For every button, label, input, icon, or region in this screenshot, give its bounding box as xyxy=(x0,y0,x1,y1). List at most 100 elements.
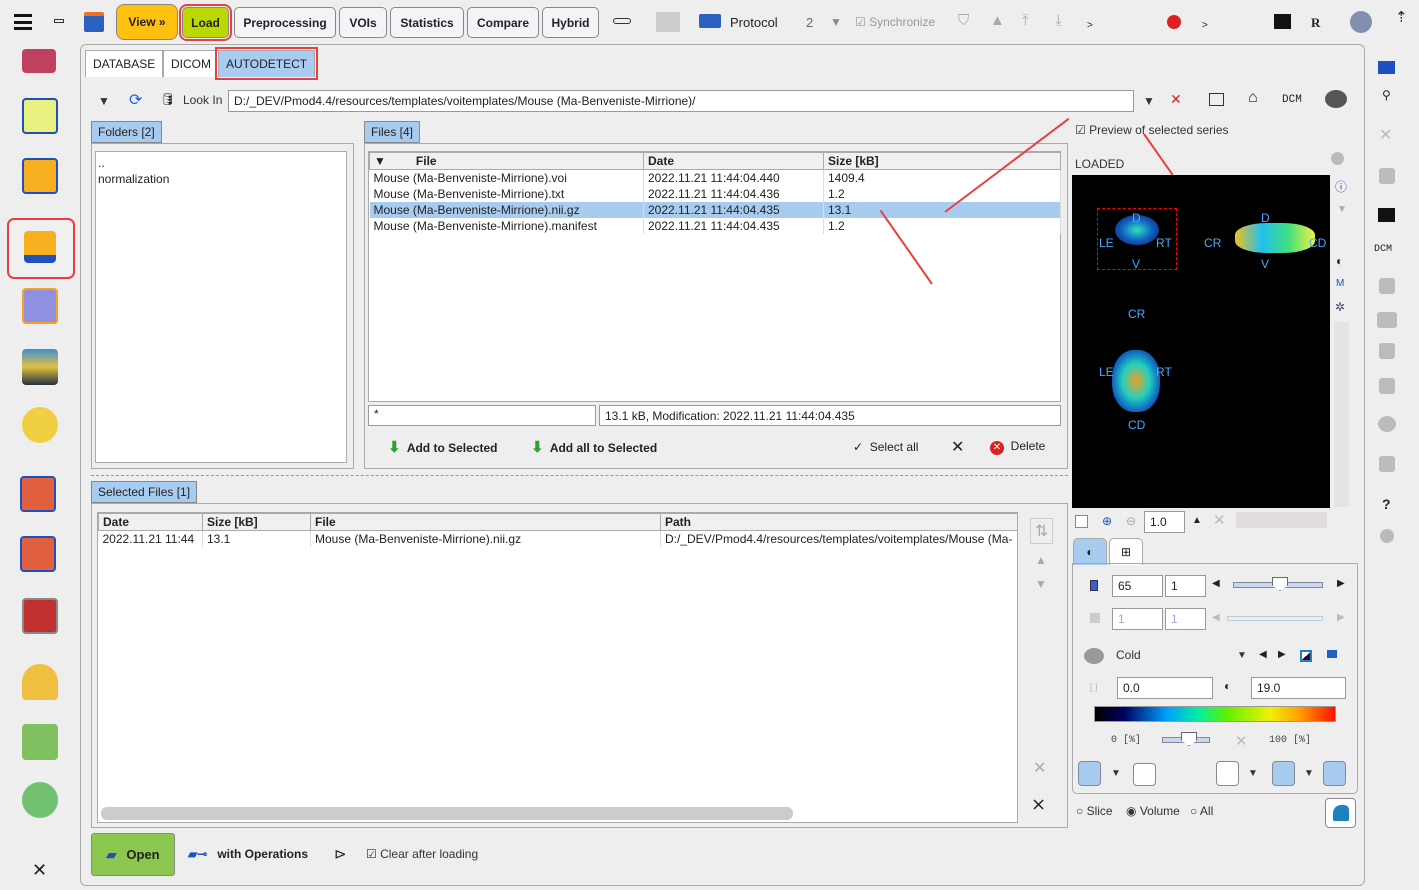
reset-percent-icon[interactable]: ✕ xyxy=(1235,732,1248,750)
brain-icon[interactable] xyxy=(1378,416,1396,432)
protocol-label[interactable]: Protocol xyxy=(730,15,778,30)
table-row[interactable]: Mouse (Ma-Benveniste-Mirrione).voi 2022.1… xyxy=(369,169,1061,186)
remove-icon[interactable]: ✕ xyxy=(1033,758,1046,778)
slice-radio[interactable]: ○ Slice xyxy=(1076,804,1113,818)
volume-radio[interactable]: ◉ Volume xyxy=(1126,804,1180,818)
folder-item[interactable]: .. xyxy=(96,152,346,170)
table-row[interactable]: Mouse (Ma-Benveniste-Mirrione).txt 2022.1… xyxy=(369,185,1061,202)
contrast-icon[interactable]: ◐ xyxy=(1336,254,1343,268)
tree-icon[interactable] xyxy=(1379,343,1395,359)
import-icon[interactable] xyxy=(22,49,56,73)
protocol-icon[interactable] xyxy=(699,14,721,28)
chevron-down-icon[interactable]: ▼ xyxy=(1337,204,1347,215)
triangle-up-icon[interactable]: ▲ xyxy=(990,12,1005,29)
splitter[interactable] xyxy=(91,475,1068,478)
zoom-input[interactable]: 1.0 xyxy=(1144,511,1185,533)
shield-icon[interactable]: ⛉ xyxy=(958,12,969,29)
view-button[interactable]: View » xyxy=(116,4,178,40)
file-filter-input[interactable]: * xyxy=(368,405,596,426)
add-all-to-selected-button[interactable]: ⬇ Add all to Selected xyxy=(531,438,657,456)
slice-input[interactable]: 65 xyxy=(1112,575,1163,597)
pet-heart-icon[interactable] xyxy=(20,476,56,512)
m-icon[interactable]: M xyxy=(1336,278,1344,289)
heart-icon[interactable] xyxy=(22,598,58,634)
folder-item[interactable]: normalization xyxy=(96,170,346,188)
overlay-button[interactable] xyxy=(1272,761,1295,786)
statistics-button[interactable]: Statistics xyxy=(390,7,464,38)
mask-button[interactable] xyxy=(1133,763,1156,786)
box-icon[interactable] xyxy=(1379,378,1395,394)
path-column-header[interactable]: Path xyxy=(660,513,1017,531)
next-frame-icon[interactable]: ▶ xyxy=(1337,612,1345,623)
all-radio[interactable]: ○ All xyxy=(1190,804,1213,818)
3d-icon[interactable] xyxy=(22,407,58,443)
refresh-icon[interactable]: ⟳ xyxy=(129,90,142,110)
auto-range-icon[interactable]: ◐ xyxy=(1224,679,1231,693)
folders-tab[interactable]: Folders [2] xyxy=(91,121,162,143)
cube-icon[interactable] xyxy=(1327,650,1337,658)
grid-button[interactable] xyxy=(1216,761,1239,786)
max-input[interactable]: 19.0 xyxy=(1251,677,1346,699)
connector-icon[interactable] xyxy=(613,18,631,24)
fit-checkbox[interactable] xyxy=(1075,515,1088,528)
reset-icon[interactable]: ✕ xyxy=(1213,511,1226,529)
parent-folder-icon[interactable] xyxy=(1209,93,1224,106)
size-column-header[interactable]: Size [kB] xyxy=(202,513,311,531)
look-in-path-input[interactable]: D:/_DEV/Pmod4.4/resources/templates/voit… xyxy=(228,90,1134,112)
frame-slider[interactable] xyxy=(1227,616,1323,621)
save-icon[interactable] xyxy=(1379,168,1395,184)
chevron-down-icon[interactable]: ▼ xyxy=(1111,768,1121,779)
delete-button[interactable]: ✕ Delete xyxy=(990,439,1045,455)
prev-colormap-icon[interactable]: ◀ xyxy=(1259,649,1267,660)
file-column-header[interactable]: ▼ File xyxy=(369,152,644,170)
frame-toggle-button[interactable] xyxy=(1323,761,1346,786)
load-button[interactable]: Load xyxy=(179,4,232,41)
brain-icon[interactable] xyxy=(22,664,58,700)
files-tab[interactable]: Files [4] xyxy=(364,121,421,143)
dicom-icon[interactable]: DCM xyxy=(1374,244,1392,255)
arrow-bottom-icon[interactable]: ⤓ xyxy=(1055,12,1062,29)
stop-icon[interactable] xyxy=(1167,15,1181,29)
size-column-header[interactable]: Size [kB] xyxy=(823,152,1061,170)
synchronize-checkbox[interactable]: ☑ Synchronize xyxy=(855,15,935,29)
contrast-icon[interactable] xyxy=(1380,529,1394,543)
hybrid-button[interactable]: Hybrid xyxy=(542,7,599,38)
layout-button[interactable] xyxy=(1078,761,1101,786)
help-icon[interactable]: ? xyxy=(1382,496,1391,512)
terminal-icon[interactable] xyxy=(1274,14,1291,29)
chevron-down-icon[interactable]: ▼ xyxy=(1304,768,1314,779)
frame-step-input[interactable]: 1 xyxy=(1165,608,1206,630)
chevron-down-icon[interactable]: ▼ xyxy=(98,94,110,108)
select-all-button[interactable]: ✓ Select all xyxy=(853,440,918,454)
folders-list[interactable]: .. normalization xyxy=(95,151,347,463)
chevron-down-icon[interactable]: ▼ xyxy=(1237,650,1247,661)
next-colormap-icon[interactable]: ▶ xyxy=(1278,649,1286,660)
with-operations-button[interactable]: ▰⊸ with Operations xyxy=(188,847,308,861)
vois-button[interactable]: VOIs xyxy=(339,7,387,38)
remove-all-icon[interactable]: ⨯ xyxy=(1031,794,1046,815)
dicom-button[interactable]: DCM xyxy=(1282,94,1302,106)
fusion-icon[interactable] xyxy=(22,288,58,324)
colorbar[interactable] xyxy=(1094,706,1336,722)
tab-autodetect[interactable]: AUTODETECT xyxy=(214,47,319,80)
move-down-icon[interactable]: ▼ xyxy=(1035,577,1047,591)
zoom-in-icon[interactable]: ⊕ xyxy=(1102,514,1112,528)
minimize-icon[interactable] xyxy=(54,19,64,23)
brain-icon[interactable] xyxy=(1325,90,1347,108)
date-column-header[interactable]: Date xyxy=(98,513,203,531)
prev-slice-icon[interactable]: ◀ xyxy=(1212,578,1220,589)
more-icon-2[interactable]: > xyxy=(1202,20,1208,31)
gear-icon[interactable]: ✲ xyxy=(1335,300,1345,314)
r-console-button[interactable]: R xyxy=(1311,15,1320,31)
tab-dicom[interactable]: DICOM xyxy=(163,50,219,77)
frame-input[interactable]: 1 xyxy=(1112,608,1163,630)
shield-icon[interactable] xyxy=(1379,456,1395,472)
mri-heart-icon[interactable] xyxy=(20,536,56,572)
compare-button[interactable]: Compare xyxy=(467,7,539,38)
horizontal-scrollbar[interactable] xyxy=(101,807,793,820)
table-row[interactable]: 2022.11.21 11:44 13.1 Mouse (Ma-Benveniste… xyxy=(98,530,1017,547)
count-select[interactable]: 2 xyxy=(806,15,813,30)
terminal-icon[interactable] xyxy=(1378,208,1395,222)
tab-database[interactable]: DATABASE xyxy=(85,50,164,77)
chevron-down-icon[interactable]: ▼ xyxy=(830,15,842,29)
